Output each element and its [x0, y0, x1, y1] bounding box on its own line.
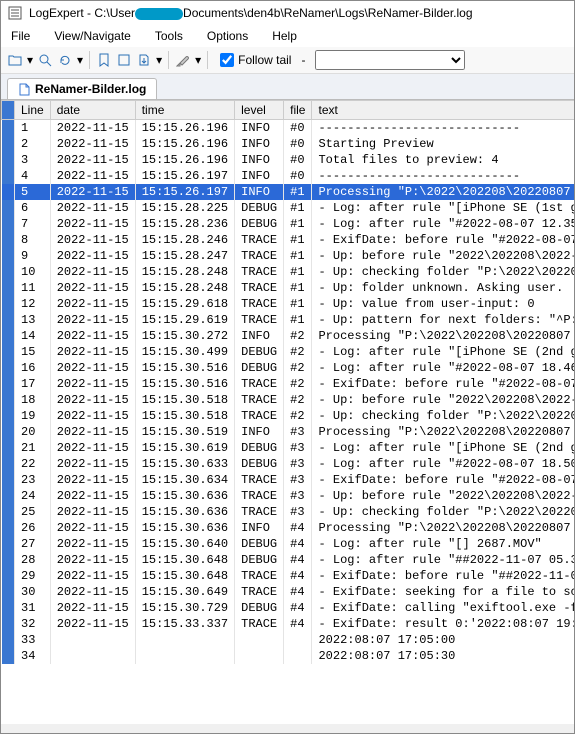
menu-view-navigate[interactable]: View/Navigate [50, 27, 135, 45]
follow-tail-checkbox[interactable] [220, 53, 234, 67]
col-time[interactable]: time [135, 101, 234, 120]
title-text: LogExpert - C:\UserDocuments\den4b\ReNam… [29, 6, 473, 20]
table-row[interactable]: 142022-11-1515:15.30.272INFO#2Processing… [2, 328, 575, 344]
title-bar: LogExpert - C:\UserDocuments\den4b\ReNam… [1, 1, 574, 25]
table-row[interactable]: 262022-11-1515:15.30.636INFO#4Processing… [2, 520, 575, 536]
table-row[interactable]: 42022-11-1515:15.26.197INFO#0-----------… [2, 168, 575, 184]
redacted-user [135, 8, 183, 20]
table-row[interactable]: 192022-11-1515:15.30.518TRACE#2- Up: che… [2, 408, 575, 424]
table-row[interactable]: 162022-11-1515:15.30.516DEBUG#2- Log: af… [2, 360, 575, 376]
table-row[interactable]: 132022-11-1515:15.29.619TRACE#1- Up: pat… [2, 312, 575, 328]
col-line[interactable]: Line [15, 101, 51, 120]
document-icon [18, 83, 30, 95]
col-date[interactable]: date [50, 101, 135, 120]
bookmark-icon[interactable] [96, 52, 112, 68]
follow-tail-label: Follow tail [238, 53, 291, 67]
toolbar: ▾ ▾ ▾ ▾ Follow tail - [1, 47, 574, 74]
table-row[interactable]: 282022-11-1515:15.30.648DEBUG#4- Log: af… [2, 552, 575, 568]
separator [89, 51, 90, 69]
table-row[interactable]: 92022-11-1515:15.28.247TRACE#1- Up: befo… [2, 248, 575, 264]
table-row[interactable]: 22022-11-1515:15.26.196INFO#0Starting Pr… [2, 136, 575, 152]
menu-options[interactable]: Options [203, 27, 252, 45]
col-level[interactable]: level [235, 101, 284, 120]
table-row[interactable]: 172022-11-1515:15.30.516TRACE#2- ExifDat… [2, 376, 575, 392]
table-row[interactable]: 212022-11-1515:15.30.619DEBUG#3- Log: af… [2, 440, 575, 456]
log-table-container[interactable]: Line date time level file text 12022-11-… [1, 100, 574, 724]
table-row[interactable]: 292022-11-1515:15.30.648TRACE#4- ExifDat… [2, 568, 575, 584]
table-row[interactable]: 232022-11-1515:15.30.634TRACE#3- ExifDat… [2, 472, 575, 488]
app-icon [7, 5, 23, 21]
table-row[interactable]: 322022-11-1515:15.33.337TRACE#4- ExifDat… [2, 616, 575, 632]
table-row[interactable]: 112022-11-1515:15.28.248TRACE#1- Up: fol… [2, 280, 575, 296]
table-row[interactable]: 62022-11-1515:15.28.225DEBUG#1- Log: aft… [2, 200, 575, 216]
menu-bar: File View/Navigate Tools Options Help [1, 25, 574, 47]
refresh-icon[interactable] [57, 52, 73, 68]
table-row[interactable]: 312022-11-1515:15.30.729DEBUG#4- ExifDat… [2, 600, 575, 616]
table-row[interactable]: 182022-11-1515:15.30.518TRACE#2- Up: bef… [2, 392, 575, 408]
toolbar-combo[interactable] [315, 50, 465, 70]
open-icon[interactable] [7, 52, 23, 68]
table-row[interactable]: 102022-11-1515:15.28.248TRACE#1- Up: che… [2, 264, 575, 280]
search-icon[interactable] [37, 52, 53, 68]
tab-bar: ReNamer-Bilder.log [1, 74, 574, 100]
header-row: Line date time level file text [2, 101, 575, 120]
col-file[interactable]: file [284, 101, 312, 120]
menu-help[interactable]: Help [268, 27, 301, 45]
col-text[interactable]: text [312, 101, 574, 120]
table-row[interactable]: 202022-11-1515:15.30.519INFO#3Processing… [2, 424, 575, 440]
table-row[interactable]: 302022-11-1515:15.30.649TRACE#4- ExifDat… [2, 584, 575, 600]
table-row[interactable]: 82022-11-1515:15.28.246TRACE#1- ExifDate… [2, 232, 575, 248]
table-row[interactable]: 52022-11-1515:15.26.197INFO#1Processing … [2, 184, 575, 200]
log-table: Line date time level file text 12022-11-… [1, 100, 574, 664]
col-select[interactable] [2, 101, 15, 120]
table-row[interactable]: 242022-11-1515:15.30.636TRACE#3- Up: bef… [2, 488, 575, 504]
menu-tools[interactable]: Tools [151, 27, 187, 45]
dash-label: - [301, 53, 305, 67]
table-row[interactable]: 222022-11-1515:15.30.633DEBUG#3- Log: af… [2, 456, 575, 472]
table-row[interactable]: 32022-11-1515:15.26.196INFO#0Total files… [2, 152, 575, 168]
separator [168, 51, 169, 69]
tab-log-file[interactable]: ReNamer-Bilder.log [7, 78, 157, 99]
highlight-icon[interactable] [175, 52, 191, 68]
export-icon[interactable] [136, 52, 152, 68]
follow-tail-toggle[interactable]: Follow tail [220, 53, 291, 67]
separator [207, 51, 208, 69]
menu-file[interactable]: File [7, 27, 34, 45]
table-row[interactable]: 72022-11-1515:15.28.236DEBUG#1- Log: aft… [2, 216, 575, 232]
tab-label: ReNamer-Bilder.log [35, 82, 146, 96]
table-row[interactable]: 252022-11-1515:15.30.636TRACE#3- Up: che… [2, 504, 575, 520]
table-row[interactable]: 152022-11-1515:15.30.499DEBUG#2- Log: af… [2, 344, 575, 360]
table-row[interactable]: 272022-11-1515:15.30.640DEBUG#4- Log: af… [2, 536, 575, 552]
filter-icon[interactable] [116, 52, 132, 68]
table-row[interactable]: 332022:08:07 17:05:00 [2, 632, 575, 648]
table-row[interactable]: 342022:08:07 17:05:30 [2, 648, 575, 664]
table-row[interactable]: 122022-11-1515:15.29.618TRACE#1- Up: val… [2, 296, 575, 312]
table-row[interactable]: 12022-11-1515:15.26.196INFO#0-----------… [2, 120, 575, 137]
